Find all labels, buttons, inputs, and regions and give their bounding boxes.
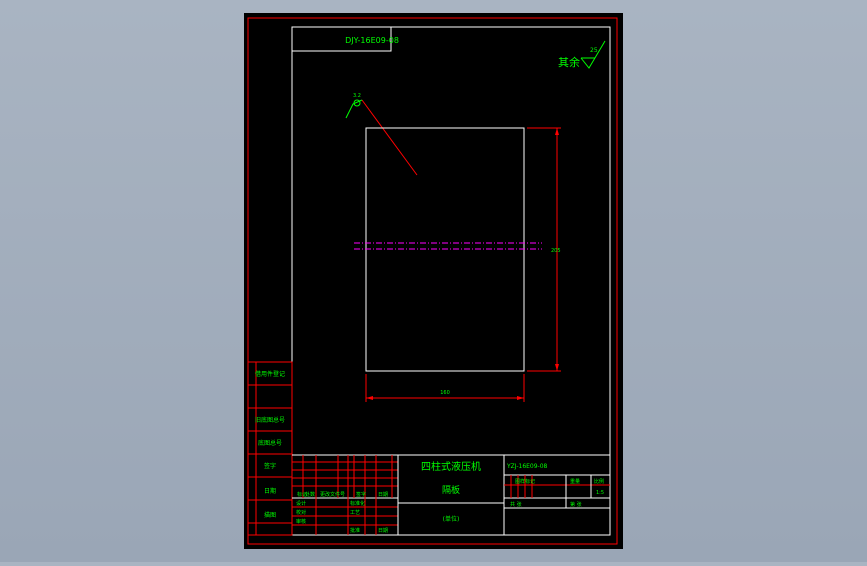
sign-label-6: 日期 [378, 528, 388, 534]
side-label-4: 日期 [264, 487, 276, 495]
side-label-2: 底图总号 [258, 439, 282, 447]
cad-viewport[interactable]: DJY-16E09-08 其余 25 3.2 205 160 借用件登记 旧底图… [0, 0, 867, 562]
sign-label-0: 设计 [296, 500, 306, 507]
rev-label-3: 签字 [356, 491, 366, 498]
rev-label-1: 处数 [305, 491, 315, 498]
sign-label-1: 校对 [296, 509, 306, 516]
surface-note: 3.2 [353, 93, 361, 99]
sheet-label: 第 张 [570, 501, 582, 508]
scale-label: 比例 [594, 478, 604, 485]
sign-label-5: 批准 [350, 527, 360, 534]
side-label-1: 旧底图总号 [255, 416, 285, 424]
side-label-3: 签字 [264, 462, 276, 470]
roughness-value: 25 [590, 47, 598, 54]
roughness-text: 其余 [558, 55, 580, 69]
title-part: 隔板 [442, 484, 460, 496]
rev-label-2: 更改文件号 [320, 491, 345, 498]
title-machine: 四柱式液压机 [421, 460, 481, 473]
dim-height-text: 205 [551, 248, 561, 254]
material-label: 图样标记 [515, 478, 535, 485]
side-label-0: 借用件登记 [255, 370, 285, 378]
title-company: (单位) [443, 515, 460, 523]
sign-label-3: 标准化 [350, 500, 365, 507]
rev-label-4: 日期 [378, 492, 388, 498]
sign-label-2: 审核 [296, 518, 306, 525]
sign-label-4: 工艺 [350, 510, 360, 516]
dim-width-text: 160 [440, 390, 450, 396]
sheet-total-label: 共 张 [510, 501, 522, 508]
top-tag-text: DJY-16E09-08 [345, 36, 399, 45]
scale-value: 1:5 [596, 490, 604, 496]
drawing-canvas[interactable]: DJY-16E09-08 其余 25 3.2 205 160 借用件登记 旧底图… [0, 0, 867, 562]
weight-label: 重量 [570, 478, 580, 485]
drawing-code: YZJ-16E09-08 [506, 463, 548, 470]
side-label-5: 描图 [264, 511, 276, 519]
